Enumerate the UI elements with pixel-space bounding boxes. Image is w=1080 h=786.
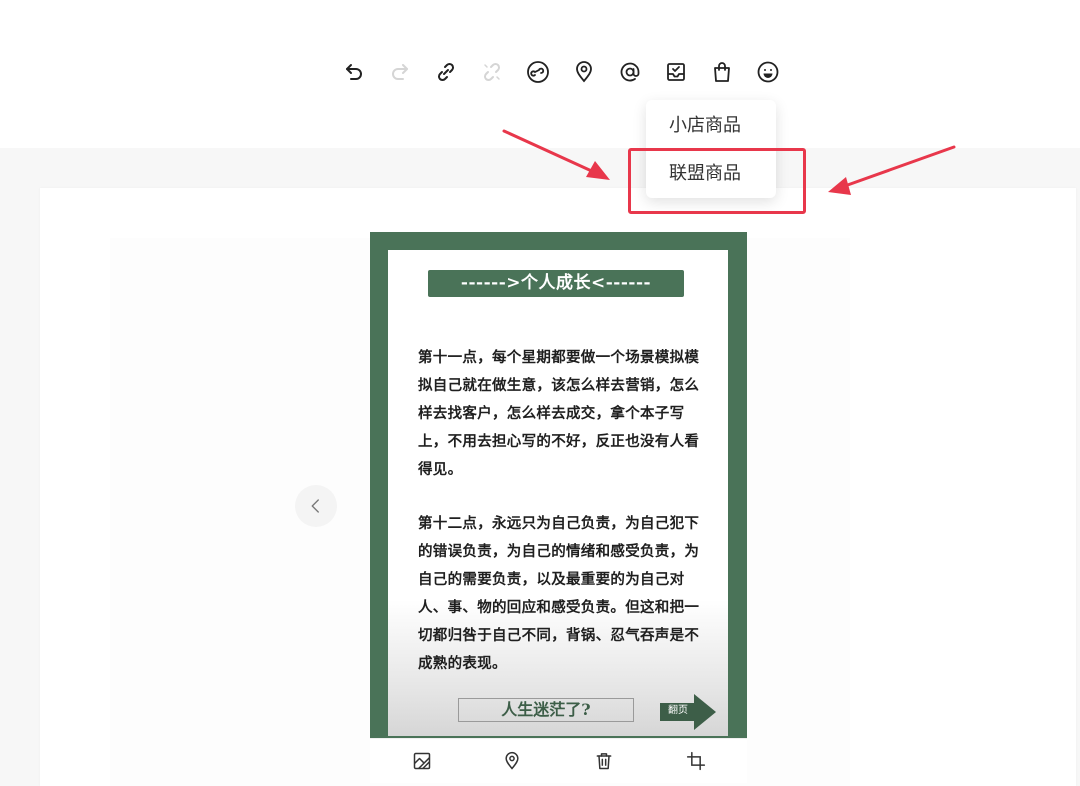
- rich-text-toolbar: [338, 54, 798, 90]
- post-paragraph-1: 第十一点，每个星期都要做一个场景模拟模拟自己就在做生意，该怎么样去营销，怎么样去…: [418, 350, 700, 478]
- redo-icon: [392, 64, 408, 80]
- unlink-button[interactable]: [476, 56, 508, 88]
- location-icon: [505, 751, 519, 770]
- redo-button[interactable]: [384, 56, 416, 88]
- location-icon: [576, 61, 592, 83]
- trash-icon: [596, 753, 612, 770]
- mention-button[interactable]: [614, 56, 646, 88]
- emoji-icon: [757, 61, 779, 83]
- image-location-button[interactable]: [500, 749, 524, 773]
- post-title: ------>个人成长<------: [428, 270, 684, 297]
- top-bar: [0, 0, 1080, 45]
- editor-page: 小店商品 联盟商品 ------>个人成长<------ 第十一点，每个星期都要…: [0, 0, 1080, 786]
- inbox-product-icon: [667, 63, 685, 81]
- menu-item-shop-products[interactable]: 小店商品: [646, 104, 776, 148]
- delete-image-button[interactable]: [592, 749, 616, 773]
- at-mention-icon: [620, 62, 640, 82]
- post-image[interactable]: ------>个人成长<------ 第十一点，每个星期都要做一个场景模拟模拟自…: [370, 232, 747, 738]
- crop-icon: [686, 751, 706, 771]
- emoji-button[interactable]: [752, 56, 784, 88]
- undo-button[interactable]: [338, 56, 370, 88]
- shop-button[interactable]: [706, 56, 738, 88]
- shopping-bag-icon: [714, 62, 730, 82]
- crop-image-button[interactable]: [684, 749, 708, 773]
- unlink-icon: [483, 62, 501, 82]
- link-icon: [437, 62, 455, 82]
- mini-program-button[interactable]: [522, 56, 554, 88]
- location-button[interactable]: [568, 56, 600, 88]
- replace-image-button[interactable]: [410, 749, 434, 773]
- post-footer-text: 人生迷茫了?: [458, 698, 634, 722]
- product-button[interactable]: [660, 56, 692, 88]
- carousel-prev-button[interactable]: [295, 485, 337, 527]
- page-turn-arrow: 翻页: [660, 694, 716, 730]
- image-replace-icon: [413, 752, 431, 770]
- mini-program-icon: [527, 61, 549, 83]
- post-paragraph-2: 第十二点，永远只为自己负责，为自己犯下的错误负责，为自己的情绪和感受负责，为自己…: [418, 516, 700, 672]
- page-turn-label: 翻页: [668, 705, 688, 716]
- undo-icon: [346, 64, 362, 80]
- image-toolbar: [370, 738, 747, 783]
- post-paper: ------>个人成长<------ 第十一点，每个星期都要做一个场景模拟模拟自…: [388, 250, 728, 736]
- link-button[interactable]: [430, 56, 462, 88]
- annotation-highlight-box: [628, 148, 806, 214]
- chevron-left-icon: [311, 499, 319, 513]
